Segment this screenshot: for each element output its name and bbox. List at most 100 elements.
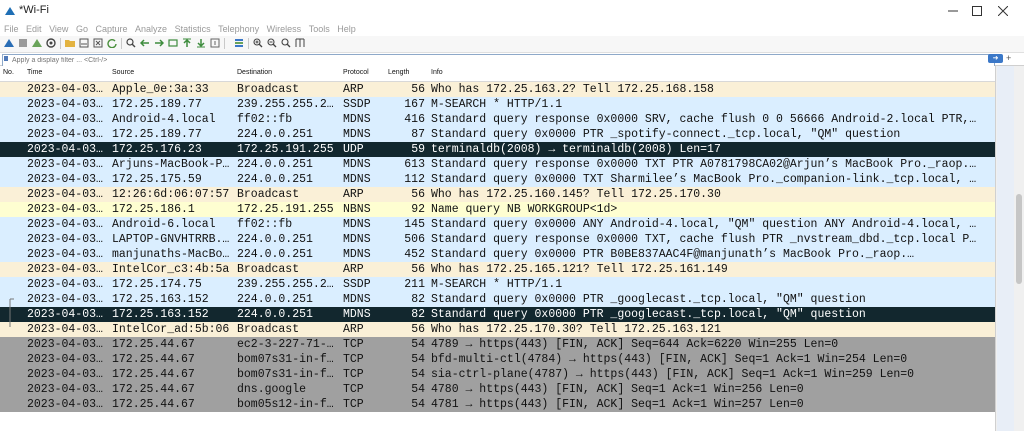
zoom-out-icon[interactable] xyxy=(267,38,277,48)
open-file-icon[interactable] xyxy=(65,38,75,48)
packet-row[interactable]: 2023-04-03… 172.25.44.67 bom07s31-in-f… TCP… xyxy=(0,367,995,382)
source-cell: manjunaths-MacBo… xyxy=(112,248,230,261)
menu-edit[interactable]: Edit xyxy=(26,22,42,36)
packet-list-scrollbar[interactable] xyxy=(995,66,1024,431)
info-cell: Standard query 0x0000 TXT Sharmilee’s Ma… xyxy=(431,173,977,186)
scrollbar-thumb[interactable] xyxy=(1016,194,1022,284)
go-back-icon[interactable] xyxy=(140,38,150,48)
go-to-packet-icon[interactable] xyxy=(168,38,178,48)
column-header-protocol[interactable]: Protocol xyxy=(343,69,369,76)
packet-row[interactable]: 2023-04-03… manjunaths-MacBo… 224.0.0.251 M… xyxy=(0,247,995,262)
normal-size-icon[interactable] xyxy=(281,38,291,48)
source-cell: 172.25.44.67 xyxy=(112,368,195,381)
menu-capture[interactable]: Capture xyxy=(95,22,127,36)
packet-row-selected[interactable]: 2023-04-03… 172.25.176.23 172.25.191.255 UD… xyxy=(0,142,995,157)
packet-row[interactable]: 2023-04-03… 12:26:6d:06:07:57 Broadcast ARP… xyxy=(0,187,995,202)
column-header-source[interactable]: Source xyxy=(112,69,134,76)
destination-cell: bom07s31-in-f… xyxy=(237,353,334,366)
destination-cell: 172.25.191.255 xyxy=(237,143,334,156)
packet-row[interactable]: 2023-04-03… 172.25.44.67 ec2-3-227-71-… TCP… xyxy=(0,337,995,352)
protocol-cell: SSDP xyxy=(343,98,371,111)
column-header-time[interactable]: Time xyxy=(27,69,42,76)
source-cell: 172.25.189.77 xyxy=(112,128,202,141)
time-cell: 2023-04-03… xyxy=(27,83,103,96)
length-cell: 56 xyxy=(411,188,425,201)
close-file-icon[interactable] xyxy=(93,38,103,48)
toolbar-separator xyxy=(60,38,61,49)
packet-row[interactable]: 2023-04-03… IntelCor_c3:4b:5a Broadcast ARP… xyxy=(0,262,995,277)
stop-capture-icon[interactable] xyxy=(18,38,28,48)
packet-row[interactable]: 2023-04-03… 172.25.44.67 dns.google TCP 54 47… xyxy=(0,382,995,397)
info-cell: Who has 172.25.170.30? Tell 172.25.163.1… xyxy=(431,323,721,336)
source-cell: 172.25.163.152 xyxy=(112,308,209,321)
source-cell: 172.25.174.75 xyxy=(112,278,202,291)
zoom-in-icon[interactable] xyxy=(253,38,263,48)
go-forward-icon[interactable] xyxy=(154,38,164,48)
menu-tools[interactable]: Tools xyxy=(309,22,330,36)
packet-row[interactable]: 2023-04-03… Android-4.local ff02::fb MDNS 41… xyxy=(0,112,995,127)
packet-row[interactable]: 2023-04-03… LAPTOP-GNVHTRRB.… 224.0.0.251 M… xyxy=(0,232,995,247)
destination-cell: dns.google xyxy=(237,383,307,396)
capture-options-icon[interactable] xyxy=(46,38,56,48)
packet-row[interactable]: 2023-04-03… 172.25.44.67 bom05s12-in-f… TCP… xyxy=(0,397,995,412)
destination-cell: 224.0.0.251 xyxy=(237,158,313,171)
menu-telephony[interactable]: Telephony xyxy=(218,22,259,36)
column-header-length[interactable]: Length xyxy=(388,69,409,76)
packet-row[interactable]: 2023-04-03… 172.25.186.1 172.25.191.255 NBN… xyxy=(0,202,995,217)
menu-statistics[interactable]: Statistics xyxy=(175,22,211,36)
restart-capture-icon[interactable] xyxy=(32,38,42,48)
packet-row[interactable]: 2023-04-03… 172.25.175.59 224.0.0.251 MDNS 1… xyxy=(0,172,995,187)
time-cell: 2023-04-03… xyxy=(27,173,103,186)
arrow-right-icon: ➜ xyxy=(992,55,999,62)
apply-filter-button[interactable]: ➜ xyxy=(988,54,1003,63)
packet-row[interactable]: 2023-04-03… 172.25.189.77 224.0.0.251 MDNS 8… xyxy=(0,127,995,142)
protocol-cell: MDNS xyxy=(343,113,371,126)
packet-row[interactable]: 2023-04-03… Apple_0e:3a:33 Broadcast ARP 56 W… xyxy=(0,82,995,97)
info-cell: Who has 172.25.165.121? Tell 172.25.161.… xyxy=(431,263,728,276)
add-filter-button[interactable]: + xyxy=(1006,53,1011,63)
info-cell: Standard query 0x0000 PTR _googlecast._t… xyxy=(431,308,866,321)
packet-minimap xyxy=(997,66,1014,431)
close-button[interactable] xyxy=(980,0,1024,22)
autoscroll-icon[interactable] xyxy=(210,38,220,48)
menu-view[interactable]: View xyxy=(49,22,68,36)
first-packet-icon[interactable] xyxy=(182,38,192,48)
packet-row[interactable]: 2023-04-03… Arjuns-MacBook-P… 224.0.0.251 M… xyxy=(0,157,995,172)
column-header-info[interactable]: Info xyxy=(431,69,443,76)
length-cell: 54 xyxy=(411,353,425,366)
resize-columns-icon[interactable] xyxy=(295,38,305,48)
packet-row[interactable]: 2023-04-03… 172.25.163.152 224.0.0.251 MDNS… xyxy=(0,292,995,307)
menu-file[interactable]: File xyxy=(4,22,19,36)
save-file-icon[interactable] xyxy=(79,38,89,48)
protocol-cell: ARP xyxy=(343,83,364,96)
time-cell: 2023-04-03… xyxy=(27,308,103,321)
last-packet-icon[interactable] xyxy=(196,38,206,48)
find-packet-icon[interactable] xyxy=(126,38,136,48)
column-header-no[interactable]: No. xyxy=(3,69,14,76)
packet-row[interactable]: 2023-04-03… IntelCor_ad:5b:06 Broadcast ARP… xyxy=(0,322,995,337)
packet-row-selected[interactable]: 2023-04-03… 172.25.163.152 224.0.0.251 MDNS… xyxy=(0,307,995,322)
length-cell: 92 xyxy=(411,203,425,216)
menu-help[interactable]: Help xyxy=(337,22,356,36)
related-packet-icon xyxy=(9,298,14,327)
destination-cell: 224.0.0.251 xyxy=(237,233,313,246)
menu-wireless[interactable]: Wireless xyxy=(267,22,302,36)
time-cell: 2023-04-03… xyxy=(27,368,103,381)
source-cell: 172.25.44.67 xyxy=(112,383,195,396)
colorize-icon[interactable] xyxy=(234,38,244,48)
packet-row[interactable]: 2023-04-03… Android-6.local ff02::fb MDNS 14… xyxy=(0,217,995,232)
menu-analyze[interactable]: Analyze xyxy=(135,22,167,36)
protocol-cell: MDNS xyxy=(343,173,371,186)
menu-go[interactable]: Go xyxy=(76,22,88,36)
reload-file-icon[interactable] xyxy=(107,38,117,48)
bookmark-icon[interactable] xyxy=(4,56,8,61)
protocol-cell: NBNS xyxy=(343,203,371,216)
packet-row[interactable]: 2023-04-03… 172.25.189.77 239.255.255.2… SS… xyxy=(0,97,995,112)
packet-row[interactable]: 2023-04-03… 172.25.174.75 239.255.255.2… SS… xyxy=(0,277,995,292)
time-cell: 2023-04-03… xyxy=(27,353,103,366)
packet-row[interactable]: 2023-04-03… 172.25.44.67 bom07s31-in-f… TCP… xyxy=(0,352,995,367)
start-capture-icon[interactable] xyxy=(4,38,14,48)
column-header-destination[interactable]: Destination xyxy=(237,69,272,76)
protocol-cell: ARP xyxy=(343,323,364,336)
info-cell: 4780 → https(443) [FIN, ACK] Seq=1 Ack=1… xyxy=(431,383,804,396)
